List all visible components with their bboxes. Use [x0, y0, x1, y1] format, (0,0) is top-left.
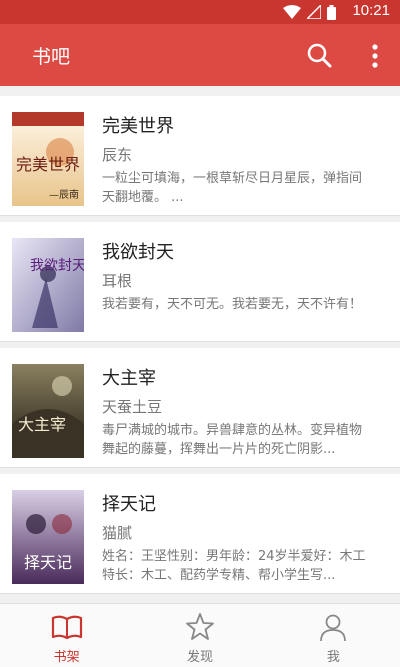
- cover-image: 我欲封天: [12, 238, 84, 332]
- book-cover: 择天记: [12, 490, 84, 584]
- wifi-icon: [283, 5, 301, 19]
- tab-label: 书架: [53, 650, 80, 665]
- book-description: 我若要有，天不可无。我若要无，天不许有！: [102, 297, 363, 312]
- book-item[interactable]: 择天记 择天记 猫腻 姓名：王坚性别：男年龄：24岁半爱好：木工特长：木工、配药…: [0, 474, 400, 594]
- status-time: 10:21: [352, 2, 390, 19]
- more-vertical-icon: [372, 44, 378, 68]
- book-list: 完美世界 —辰南 完美世界 辰东 一粒尘可填海，一根草斩尽日月星辰，弹指间天翻地…: [0, 86, 400, 603]
- cover-title: 我欲封天: [30, 258, 84, 274]
- cover-image: 完美世界 —辰南: [12, 112, 84, 206]
- book-description: 一粒尘可填海，一根草斩尽日月星辰，弹指间天翻地覆。 ...: [102, 171, 363, 205]
- book-cover: 我欲封天: [12, 238, 84, 332]
- book-title: 择天记: [102, 494, 156, 515]
- star-icon: [186, 613, 214, 640]
- status-icons: [283, 4, 336, 20]
- book-item[interactable]: 大主宰 大主宰 天蚕土豆 毒尸满城的城市。异兽肆意的丛林。变异植物舞起的藤蔓，挥…: [0, 348, 400, 468]
- tab-label: 我: [326, 650, 340, 665]
- battery-icon: [327, 4, 336, 20]
- open-book-icon: [51, 615, 82, 640]
- book-description: 姓名：王坚性别：男年龄：24岁半爱好：木工特长：木工、配药学专精、帮小学生写..…: [102, 549, 366, 583]
- book-cover: 完美世界 —辰南: [12, 112, 84, 206]
- cover-image: 大主宰: [12, 364, 84, 458]
- book-title: 我欲封天: [102, 242, 174, 263]
- search-button[interactable]: [304, 40, 336, 72]
- book-cover: 大主宰: [12, 364, 84, 458]
- cover-author: —辰南: [49, 188, 79, 201]
- book-author: 耳根: [102, 272, 133, 290]
- person-icon: [320, 614, 347, 642]
- book-item[interactable]: 我欲封天 我欲封天 耳根 我若要有，天不可无。我若要无，天不许有！: [0, 222, 400, 342]
- book-description: 毒尸满城的城市。异兽肆意的丛林。变异植物舞起的藤蔓，挥舞出一片片的死亡阴影...: [102, 423, 363, 457]
- book-author: 天蚕土豆: [102, 398, 163, 416]
- page-title: 书吧: [32, 46, 71, 68]
- app-bar: 书吧: [0, 24, 400, 86]
- cover-title: 大主宰: [18, 415, 66, 434]
- book-title: 大主宰: [102, 368, 156, 389]
- cover-title: 完美世界: [16, 155, 80, 174]
- cover-image: 择天记: [12, 490, 84, 584]
- book-author: 猫腻: [102, 524, 133, 542]
- search-icon: [307, 43, 332, 68]
- book-author: 辰东: [102, 146, 133, 164]
- more-options-button[interactable]: [365, 40, 385, 72]
- bottom-tab-bar: 书架 发现 我: [0, 603, 400, 667]
- tab-discover[interactable]: 发现: [133, 604, 266, 667]
- tab-bookshelf[interactable]: 书架: [0, 604, 133, 667]
- book-title: 完美世界: [102, 116, 174, 137]
- tab-me[interactable]: 我: [267, 604, 400, 667]
- tab-label: 发现: [186, 650, 213, 665]
- book-item[interactable]: 完美世界 —辰南 完美世界 辰东 一粒尘可填海，一根草斩尽日月星辰，弹指间天翻地…: [0, 96, 400, 216]
- status-bar: 10:21: [0, 0, 400, 24]
- cover-title: 择天记: [24, 553, 72, 572]
- signal-icon: [307, 5, 321, 19]
